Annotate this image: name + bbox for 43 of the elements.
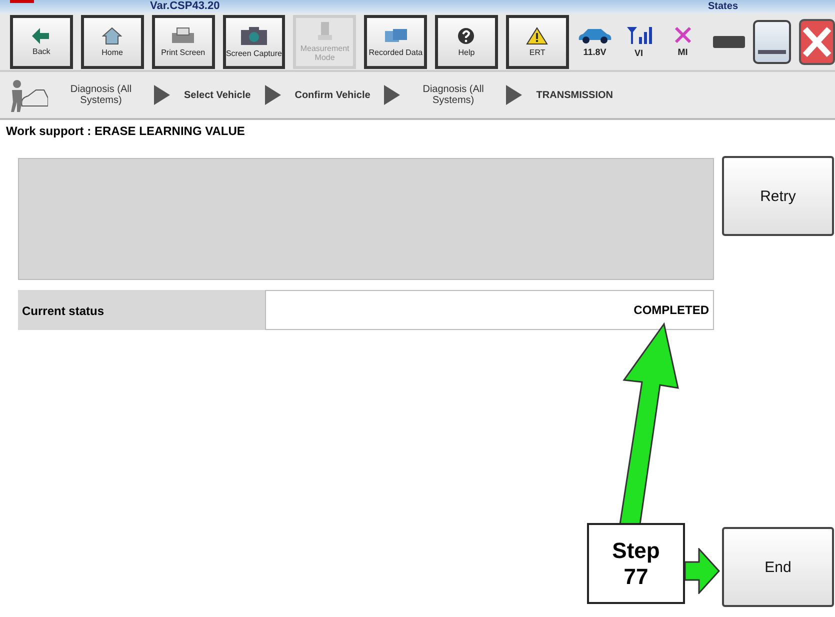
status-value: COMPLETED [265, 290, 714, 330]
signal-icon [626, 25, 652, 45]
toolbar-button[interactable]: ERT [506, 14, 569, 68]
breadcrumb-link[interactable]: Confirm Vehicle [294, 90, 370, 100]
retry-button[interactable]: Retry [722, 156, 834, 236]
folders-icon [382, 26, 409, 44]
breadcrumb-link[interactable]: Select Vehicle [184, 90, 251, 100]
play-arrow-icon [264, 85, 281, 105]
help-icon [457, 26, 476, 44]
right-arrow-icon [685, 548, 720, 594]
end-button[interactable]: End [722, 527, 834, 607]
cross-icon [674, 26, 692, 44]
toolbar-button[interactable]: Print Screen [152, 14, 215, 68]
step-callout: Step 77 [587, 523, 685, 604]
page-title: Work support : ERASE LEARNING VALUE [5, 123, 246, 140]
printer-icon [170, 26, 196, 44]
toolbar-button[interactable]: Help [435, 14, 498, 68]
battery-icon [712, 36, 745, 48]
house-icon [102, 26, 122, 44]
play-arrow-icon [384, 85, 400, 105]
device-icon [316, 21, 333, 41]
toolbar-button[interactable]: Home [80, 14, 144, 68]
breadcrumb-link[interactable]: Diagnosis (All Systems) [414, 84, 492, 106]
states-label: States [708, 0, 738, 13]
left-arrow-icon [32, 28, 50, 44]
status-label: 11.8V [583, 47, 606, 57]
version-label: Var.CSP43.20 [150, 0, 220, 13]
warning-icon [526, 26, 548, 44]
breadcrumb-link[interactable]: Diagnosis (All Systems) [62, 84, 140, 106]
status-label: VI [634, 48, 643, 58]
play-arrow-icon [506, 85, 522, 105]
close-button[interactable] [799, 18, 835, 64]
status-label: Current status [18, 290, 265, 330]
breadcrumb-link[interactable]: TRANSMISSION [536, 90, 613, 100]
toolbar-button[interactable]: Screen Capture [222, 14, 286, 68]
play-arrow-icon [154, 85, 170, 105]
toolbar-button[interactable]: Recorded Data [364, 14, 428, 68]
mechanic-car-icon [8, 78, 48, 112]
status-label: MI [678, 47, 688, 57]
camera-icon [240, 26, 268, 46]
minimize-button[interactable] [752, 20, 792, 64]
toolbar-button[interactable]: Back [10, 14, 73, 68]
car-icon [576, 26, 613, 44]
